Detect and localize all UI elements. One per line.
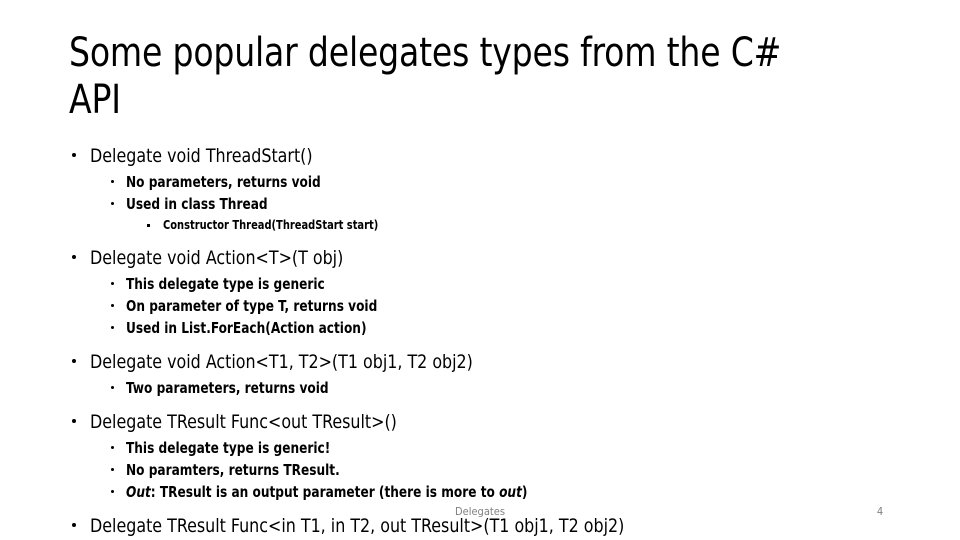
bullet-text-segment: : TResult is an output parameter (there … (150, 483, 500, 501)
bullet-text: Constructor Thread(ThreadStart start) (163, 217, 379, 232)
bullet-item-l2: On parameter of type T, returns void (0, 295, 960, 317)
bullet-item-l2: Out: TResult is an output parameter (the… (0, 481, 960, 503)
bullet-item-l1: Delegate void Action<T>(T obj) (0, 244, 960, 273)
bullet-item-l2: No paramters, returns TResult. (0, 459, 960, 481)
round-bullet-icon (111, 386, 114, 389)
bullet-text: Two parameters, returns void (126, 379, 329, 397)
page-title: Some popular delegates types from the C#… (69, 30, 792, 123)
bullet-item-l1: Delegate void Action<T1, T2>(T1 obj1, T2… (0, 348, 960, 377)
round-bullet-icon (111, 282, 114, 285)
bullet-text: Delegate TResult Func<out TResult>() (90, 411, 397, 433)
bullet-item-l2: No parameters, returns void (0, 171, 960, 193)
bullet-text: No paramters, returns TResult. (126, 461, 340, 479)
round-bullet-icon (111, 326, 114, 329)
round-bullet-icon (111, 490, 114, 493)
bullet-text-segment: out (499, 483, 522, 501)
round-bullet-icon (111, 446, 114, 449)
bullet-text: Delegate void Action<T>(T obj) (90, 247, 344, 269)
bullet-item-l3: Constructor Thread(ThreadStart start) (0, 215, 960, 235)
bullet-text: Used in List.ForEach(Action action) (126, 319, 367, 337)
round-bullet-icon (72, 359, 76, 363)
round-bullet-icon (111, 180, 114, 183)
bullet-item-l2: Two parameters, returns void (0, 377, 960, 399)
bullet-text: Delegate void Action<T1, T2>(T1 obj1, T2… (90, 351, 473, 373)
bullet-item-l1: Delegate TResult Func<out TResult>() (0, 408, 960, 437)
round-bullet-icon (72, 419, 76, 423)
round-bullet-icon (72, 523, 76, 527)
bullet-text: Used in class Thread (126, 195, 268, 213)
round-bullet-icon (72, 255, 76, 259)
bullet-text: Delegate void ThreadStart() (90, 145, 313, 167)
bullet-text: This delegate type is generic (126, 275, 325, 293)
bullet-list: Delegate void ThreadStart() No parameters… (0, 142, 960, 540)
round-bullet-icon (111, 468, 114, 471)
bullet-item-l1: Delegate void ThreadStart() (0, 142, 960, 171)
bullet-text: This delegate type is generic! (126, 439, 331, 457)
round-bullet-icon (111, 304, 114, 307)
bullet-text-segment: Out (126, 483, 151, 501)
slide-footer: Delegates (454, 505, 506, 518)
square-bullet-icon (147, 224, 150, 227)
bullet-item-l2: This delegate type is generic! (0, 437, 960, 459)
bullet-text: On parameter of type T, returns void (126, 297, 378, 315)
slide-canvas: Some popular delegates types from the C#… (0, 0, 960, 540)
page-number: 4 (876, 505, 884, 518)
bullet-item-l2: This delegate type is generic (0, 273, 960, 295)
round-bullet-icon (72, 153, 76, 157)
bullet-text: Out: TResult is an output parameter (the… (126, 481, 527, 503)
bullet-text-segment: ) (521, 483, 528, 501)
round-bullet-icon (111, 202, 114, 205)
bullet-item-l2: Used in class Thread (0, 193, 960, 215)
bullet-item-l2: Used in List.ForEach(Action action) (0, 317, 960, 339)
bullet-text: No parameters, returns void (126, 173, 321, 191)
